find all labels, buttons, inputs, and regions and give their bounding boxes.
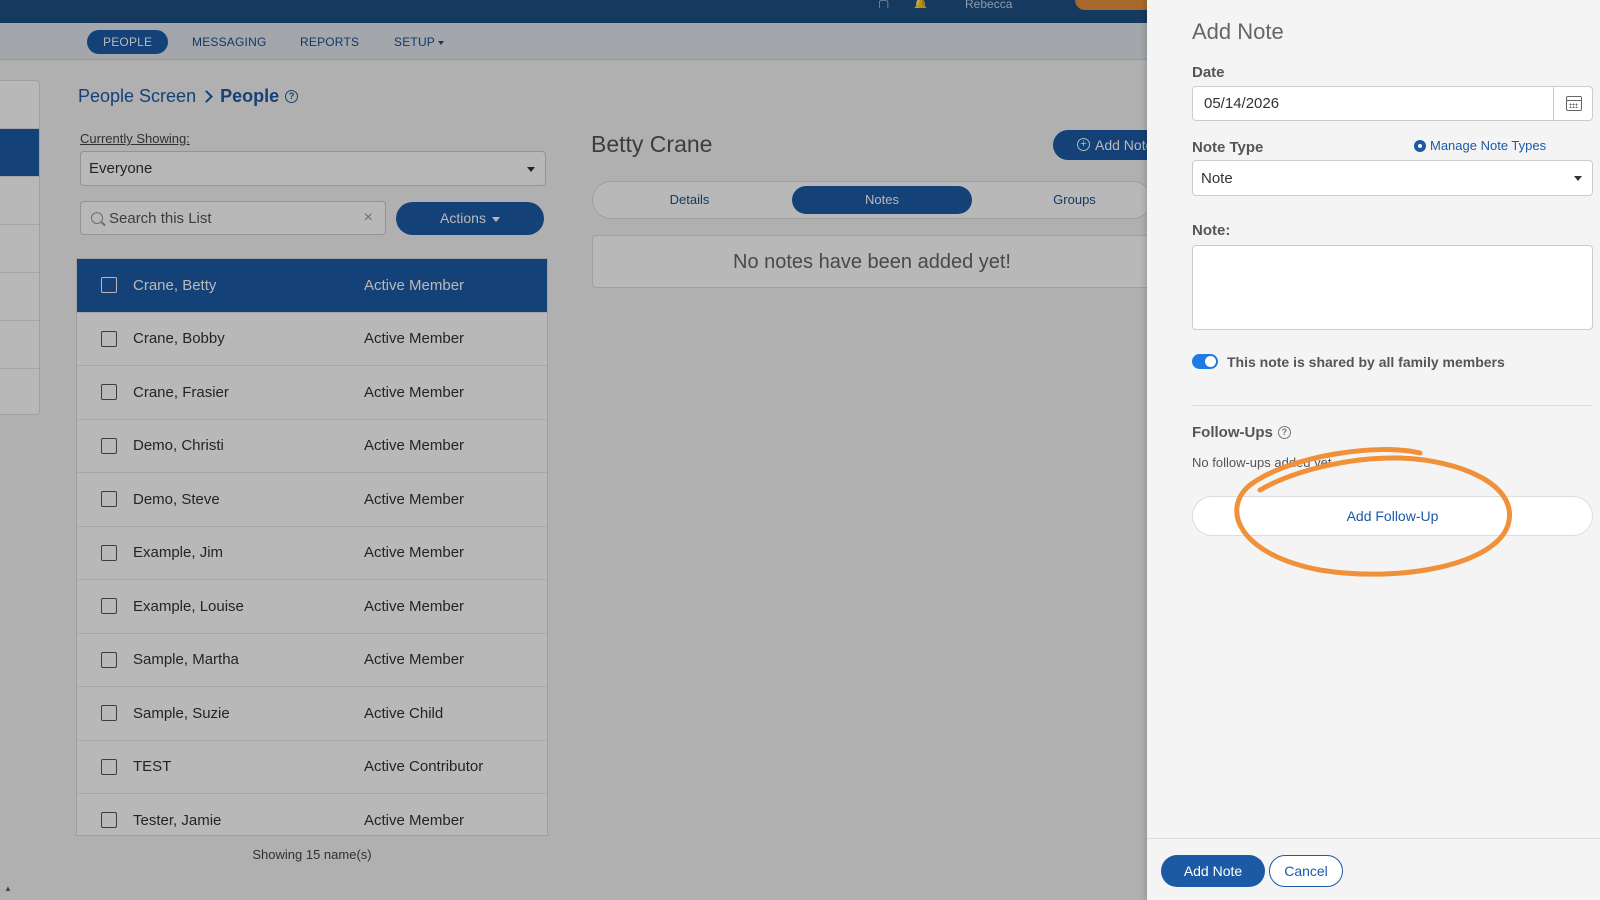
followups-heading: Follow-Ups? [1192,424,1291,441]
note-label: Note: [1192,222,1231,239]
date-label: Date [1192,64,1225,81]
shared-toggle-label: This note is shared by all family member… [1227,354,1505,370]
note-textarea[interactable] [1192,245,1593,330]
help-icon[interactable]: ? [1277,426,1291,439]
calendar-icon [1566,96,1582,111]
panel-footer: Add Note Cancel [1147,838,1600,900]
date-field[interactable]: 05/14/2026 [1192,86,1554,121]
note-type-select[interactable]: Note [1192,160,1593,196]
annotation-stroke [1234,447,1513,577]
modal-backdrop[interactable] [0,0,1147,900]
manage-note-types-link[interactable]: Manage Note Types [1414,138,1546,153]
divider [1192,405,1593,406]
note-type-value: Note [1201,169,1233,187]
gear-icon [1414,139,1426,152]
cancel-button[interactable]: Cancel [1269,855,1343,887]
add-note-button[interactable]: Add Note [1161,855,1265,887]
corner-caret-icon: ▲ [4,884,12,893]
caret-down-icon [1574,176,1582,181]
shared-toggle[interactable] [1192,354,1218,369]
annotation-circle [1234,447,1513,577]
note-type-label: Note Type [1192,139,1264,156]
panel-title: Add Note [1192,19,1284,44]
calendar-button[interactable] [1553,86,1593,121]
toggle-knob [1205,356,1216,367]
